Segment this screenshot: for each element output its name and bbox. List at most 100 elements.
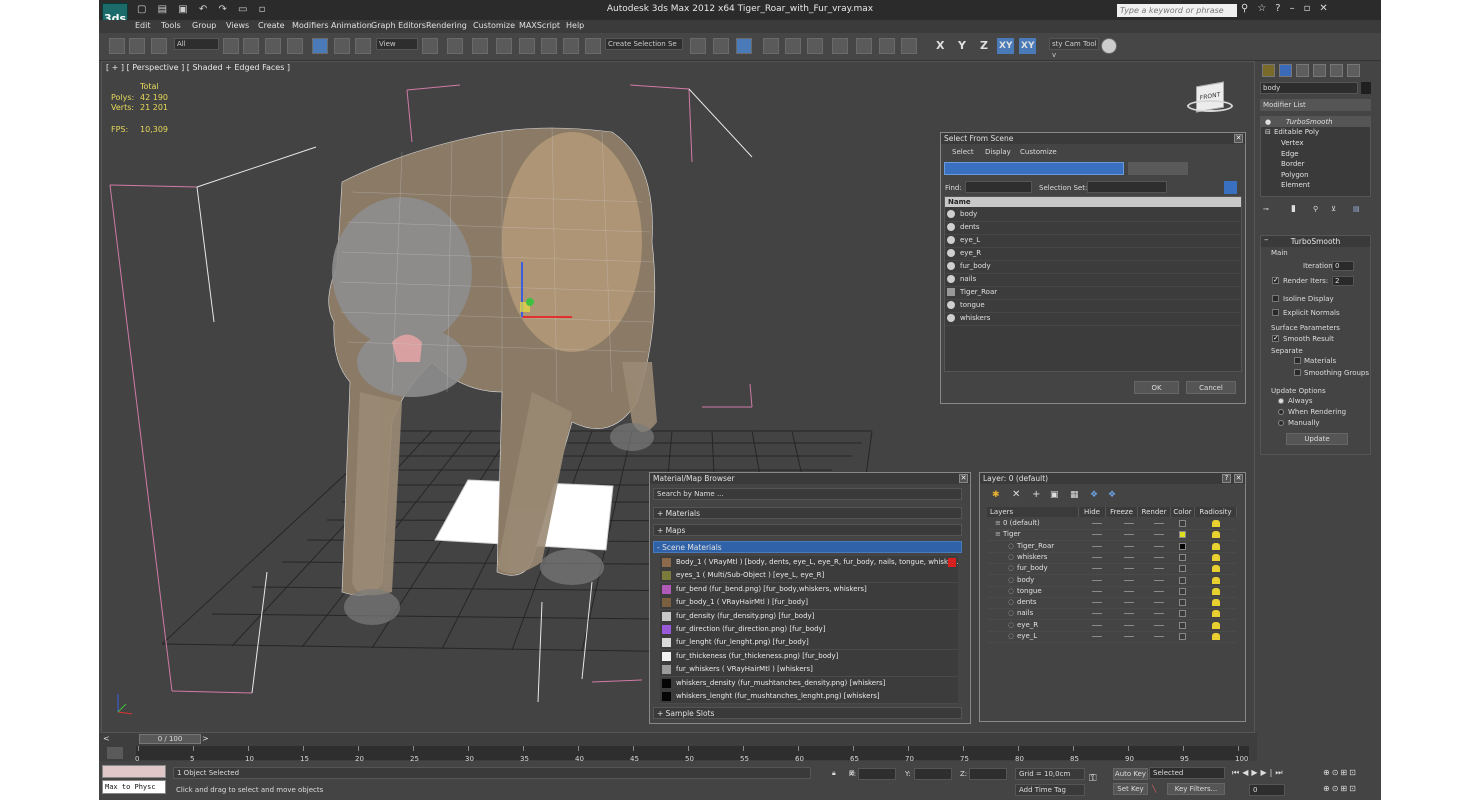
- radiosity-icon[interactable]: [1212, 520, 1220, 527]
- unlink-icon[interactable]: [129, 38, 145, 54]
- radiosity-icon[interactable]: [1212, 565, 1220, 573]
- mirror-icon[interactable]: [690, 38, 706, 54]
- layer-row[interactable]: eye_L ◌: [987, 631, 1237, 643]
- radiosity-icon[interactable]: [1212, 587, 1220, 595]
- name-column-header[interactable]: Name: [945, 197, 1241, 207]
- bind-space-warp-icon[interactable]: [151, 38, 167, 54]
- layer-row[interactable]: whiskers ◌: [987, 552, 1237, 564]
- list-item[interactable]: fur_body: [945, 260, 1241, 274]
- axis-xy-button[interactable]: XY: [997, 38, 1015, 54]
- angle-snap-icon[interactable]: [519, 38, 535, 54]
- radiosity-icon[interactable]: [1212, 610, 1220, 618]
- radiosity-icon[interactable]: [1212, 599, 1220, 607]
- motion-tab-icon[interactable]: [1313, 64, 1326, 77]
- layer-row[interactable]: tongue ◌: [987, 586, 1237, 598]
- scene-material-item[interactable]: eyes_1 ( Multi/Sub-Object ) [eye_L, eye_…: [660, 569, 958, 584]
- scene-material-item[interactable]: fur_thickeness (fur_thickeness.png) [fur…: [660, 649, 958, 664]
- layer-toggle[interactable]: [1124, 568, 1134, 570]
- maxscript-mini-listener[interactable]: Max to Physc: [102, 780, 166, 794]
- rollout-title[interactable]: TurboSmooth: [1261, 236, 1370, 247]
- axis-x-button[interactable]: X: [936, 39, 944, 52]
- render-iters-spinner[interactable]: 2: [1332, 276, 1354, 286]
- section-materials[interactable]: + Materials: [653, 507, 962, 519]
- viewport-navigation-controls-2[interactable]: ⊕⊙⊞⊡: [1323, 784, 1358, 793]
- section-sample-slots[interactable]: + Sample Slots: [653, 707, 962, 719]
- viewport-label[interactable]: [ + ] [ Perspective ] [ Shaded + Edged F…: [106, 63, 290, 72]
- menu-modifiers[interactable]: Modifiers: [292, 21, 329, 30]
- section-scene-materials[interactable]: - Scene Materials: [653, 541, 962, 553]
- layer-toggle[interactable]: [1092, 602, 1102, 604]
- list-item[interactable]: dents: [945, 221, 1241, 235]
- when-rendering-radio[interactable]: [1278, 409, 1284, 415]
- set-keys-icon[interactable]: ╲: [1152, 785, 1156, 793]
- column-render[interactable]: Render: [1138, 507, 1171, 517]
- menu-select[interactable]: Select: [952, 148, 974, 156]
- layer-toggle[interactable]: [1124, 556, 1134, 558]
- layer-toggle[interactable]: [1154, 590, 1164, 592]
- axis-y-button[interactable]: Y: [958, 39, 966, 52]
- layer-color-swatch[interactable]: [1179, 599, 1186, 607]
- menu-maxscript[interactable]: MAXScript: [519, 21, 560, 30]
- create-tab-icon[interactable]: [1262, 64, 1275, 77]
- object-name-input[interactable]: body: [1260, 82, 1358, 94]
- explicit-normals-checkbox[interactable]: [1272, 309, 1279, 316]
- select-and-scale-icon[interactable]: [355, 38, 371, 54]
- column-radiosity[interactable]: Radiosity: [1195, 507, 1237, 517]
- iterations-spinner[interactable]: 0: [1332, 261, 1354, 271]
- window-crossing-icon[interactable]: [287, 38, 303, 54]
- menu-customize[interactable]: Customize: [1020, 148, 1057, 156]
- list-item[interactable]: eye_R: [945, 247, 1241, 261]
- scene-material-item[interactable]: fur_whiskers ( VRayHairMtl ) [whiskers]: [660, 663, 958, 678]
- layer-row[interactable]: body ◌: [987, 575, 1237, 587]
- layer-toggle[interactable]: [1092, 556, 1102, 558]
- layer-toggle[interactable]: [1092, 568, 1102, 570]
- layer-toggle[interactable]: [1124, 602, 1134, 604]
- layer-color-swatch[interactable]: [1179, 565, 1186, 573]
- layer-toggle[interactable]: [1124, 590, 1134, 592]
- scene-material-item[interactable]: fur_body_1 ( VRayHairMtl ) [fur_body]: [660, 596, 958, 611]
- add-time-tag-button[interactable]: Add Time Tag: [1015, 784, 1085, 796]
- collapse-icon[interactable]: –: [1264, 235, 1269, 245]
- tiger-face-icon[interactable]: [1101, 38, 1117, 54]
- render-production-icon[interactable]: [901, 38, 917, 54]
- auto-key-button[interactable]: Auto Key: [1113, 768, 1148, 780]
- layer-toggle[interactable]: [1092, 523, 1102, 524]
- stack-item[interactable]: Edge: [1281, 150, 1299, 158]
- utilities-tab-icon[interactable]: [1347, 64, 1360, 77]
- prev-frame-icon[interactable]: <: [103, 734, 110, 743]
- layer-toggle[interactable]: [1124, 636, 1134, 637]
- keyboard-shortcut-override-icon[interactable]: [472, 38, 488, 54]
- layer-toggle[interactable]: [1124, 613, 1134, 615]
- smoothing-groups-checkbox[interactable]: [1294, 369, 1301, 376]
- list-item[interactable]: whiskers: [945, 312, 1241, 326]
- stack-item[interactable]: Vertex: [1281, 139, 1304, 147]
- selection-set-dropdown[interactable]: [1087, 181, 1167, 193]
- update-button[interactable]: Update: [1286, 433, 1348, 445]
- scene-material-item[interactable]: Body_1 ( VRayMtl ) [body, dents, eye_L, …: [660, 556, 959, 570]
- layer-color-swatch[interactable]: [1179, 621, 1186, 629]
- timeline-track[interactable]: 0 5 10 15 20 25 30 35 40 45 50 55 60 65 70 75 80 85 90 95 10…: [135, 746, 1249, 763]
- stack-item[interactable]: Editable Poly: [1274, 128, 1319, 136]
- schematic-view-icon[interactable]: [807, 38, 823, 54]
- object-color-swatch[interactable]: [1361, 82, 1371, 94]
- delete-layer-icon[interactable]: ✕: [1012, 489, 1020, 500]
- column-freeze[interactable]: Freeze: [1106, 507, 1138, 517]
- expand-icon[interactable]: ⊟: [1265, 128, 1271, 136]
- layer-toggle[interactable]: [1092, 534, 1102, 536]
- configure-modifier-sets-icon[interactable]: ▤: [1353, 205, 1360, 213]
- lock-selection-icon[interactable]: 🔒︎: [832, 769, 836, 778]
- layer-toggle[interactable]: [1154, 602, 1164, 604]
- current-frame-input[interactable]: 0: [1249, 784, 1285, 796]
- list-item[interactable]: Tiger_Roar: [945, 286, 1241, 300]
- help-icon[interactable]: ?: [1222, 474, 1231, 483]
- scene-material-item[interactable]: whiskers_density (fur_mushtanches_densit…: [660, 676, 958, 691]
- rectangular-region-icon[interactable]: [265, 38, 281, 54]
- layer-color-swatch[interactable]: [1179, 531, 1186, 539]
- layer-toggle[interactable]: [1092, 590, 1102, 592]
- menu-rendering[interactable]: Rendering: [426, 21, 467, 30]
- layer-toggle[interactable]: [1154, 624, 1164, 626]
- layer-manager-icon[interactable]: [736, 38, 752, 54]
- select-and-rotate-icon[interactable]: [334, 38, 350, 54]
- layer-color-swatch[interactable]: [1179, 587, 1186, 595]
- select-by-name-icon[interactable]: [243, 38, 259, 54]
